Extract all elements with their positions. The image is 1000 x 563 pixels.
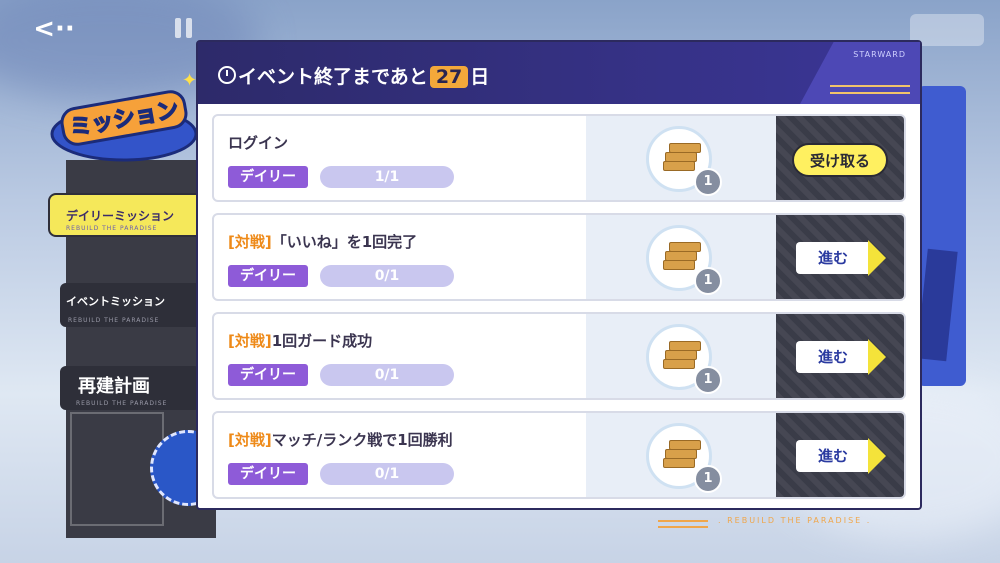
action-area: 進む [776,413,904,497]
sidebar-item-label: デイリーミッション [66,209,175,223]
back-arrow-icon: <·· [33,14,75,44]
page-title: イベント終了まであと 27 日 [238,62,489,89]
header-decoration: STARWARD [800,42,920,104]
arrow-right-icon[interactable] [868,240,886,276]
sidebar-item-rebuild-plan[interactable]: 再建計画 REBUILD THE PARADISE [60,366,200,410]
action-area: 進む [776,215,904,299]
daily-badge: デイリー [228,265,308,287]
wood-planks-icon [663,242,701,272]
wood-planks-icon [663,143,701,173]
sidebar-item-sub: REBUILD THE PARADISE [76,400,168,407]
sparkle-icon: ✦ [182,70,197,91]
go-button[interactable]: 進む [796,440,872,472]
title-suffix: 日 [470,66,490,88]
mission-row: ログイン デイリー 1/1 1 受け取る [212,114,906,202]
mission-info: [対戦]マッチ/ランク戦で1回勝利 デイリー 0/1 [214,413,586,497]
mission-title: [対戦]1回ガード成功 [228,330,372,351]
mission-progress: 1/1 [320,166,454,188]
action-area: 進む [776,314,904,398]
sidebar-item-label: イベントミッション [66,295,165,308]
brand-logo: STARWARD [853,50,906,59]
mission-info: [対戦]1回ガード成功 デイリー 0/1 [214,314,586,398]
go-button[interactable]: 進む [796,242,872,274]
daily-badge: デイリー [228,364,308,386]
mission-progress: 0/1 [320,364,454,386]
reward-count-badge: 1 [694,168,722,196]
back-button[interactable]: <·· [32,12,76,46]
reward-area: 1 [586,215,776,299]
decorative-bars [830,85,910,94]
timer-icon [218,66,236,84]
mission-title: [対戦]「いいね」を1回完了 [228,231,417,252]
mission-progress: 0/1 [320,265,454,287]
mission-info: [対戦]「いいね」を1回完了 デイリー 0/1 [214,215,586,299]
mission-title: [対戦]マッチ/ランク戦で1回勝利 [228,429,453,450]
sidebar-item-label: 再建計画 [78,376,150,397]
sidebar-item-daily-mission[interactable]: デイリーミッション REBUILD THE PARADISE [48,193,218,237]
reward-area: 1 [586,314,776,398]
title-text: イベント終了まであと [238,66,428,88]
days-remaining-badge: 27 [429,66,469,88]
arrow-right-icon[interactable] [868,438,886,474]
mission-tag: [対戦] [228,431,272,449]
claim-button[interactable]: 受け取る [792,143,888,177]
wood-planks-icon [663,341,701,371]
reward-count-badge: 1 [694,465,722,493]
footer-decoration [658,520,708,528]
mission-list: ログイン デイリー 1/1 1 受け取る [対戦]「いいね」を1回完了 デイリー… [212,114,906,510]
mission-progress: 0/1 [320,463,454,485]
wood-planks-icon [663,440,701,470]
mission-row: [対戦]「いいね」を1回完了 デイリー 0/1 1 進む [212,213,906,301]
sidebar-item-event-mission[interactable]: イベントミッション REBUILD THE PARADISE [60,283,210,327]
mission-tag: [対戦] [228,233,272,251]
reward-count-badge: 1 [694,366,722,394]
mission-logo: ミッション ✦ [50,70,198,162]
footer-text: . REBUILD THE PARADISE . [718,516,872,525]
mission-title-text: マッチ/ランク戦で1回勝利 [271,431,453,449]
mission-title: ログイン [228,132,288,153]
pause-icon[interactable] [170,14,198,42]
daily-badge: デイリー [228,463,308,485]
mission-title-text: ログイン [228,134,289,152]
mission-row: [対戦]マッチ/ランク戦で1回勝利 デイリー 0/1 1 進む [212,411,906,499]
mission-title-text: 1回ガード成功 [271,332,373,350]
arrow-right-icon[interactable] [868,339,886,375]
mission-card: イベント終了まであと 27 日 STARWARD ログイン デイリー 1/1 1 受… [196,40,922,510]
go-button[interactable]: 進む [796,341,872,373]
reward-area: 1 [586,413,776,497]
mission-title-text: 「いいね」を1回完了 [271,233,418,251]
sidebar-item-sub: REBUILD THE PARADISE [68,317,160,324]
action-area: 受け取る [776,116,904,200]
daily-badge: デイリー [228,166,308,188]
mission-row: [対戦]1回ガード成功 デイリー 0/1 1 進む [212,312,906,400]
mission-tag: [対戦] [228,332,272,350]
card-header: イベント終了まであと 27 日 STARWARD [198,42,920,104]
reward-count-badge: 1 [694,267,722,295]
reward-area: 1 [586,116,776,200]
sidebar-item-sub: REBUILD THE PARADISE [66,225,158,232]
mission-info: ログイン デイリー 1/1 [214,116,586,200]
